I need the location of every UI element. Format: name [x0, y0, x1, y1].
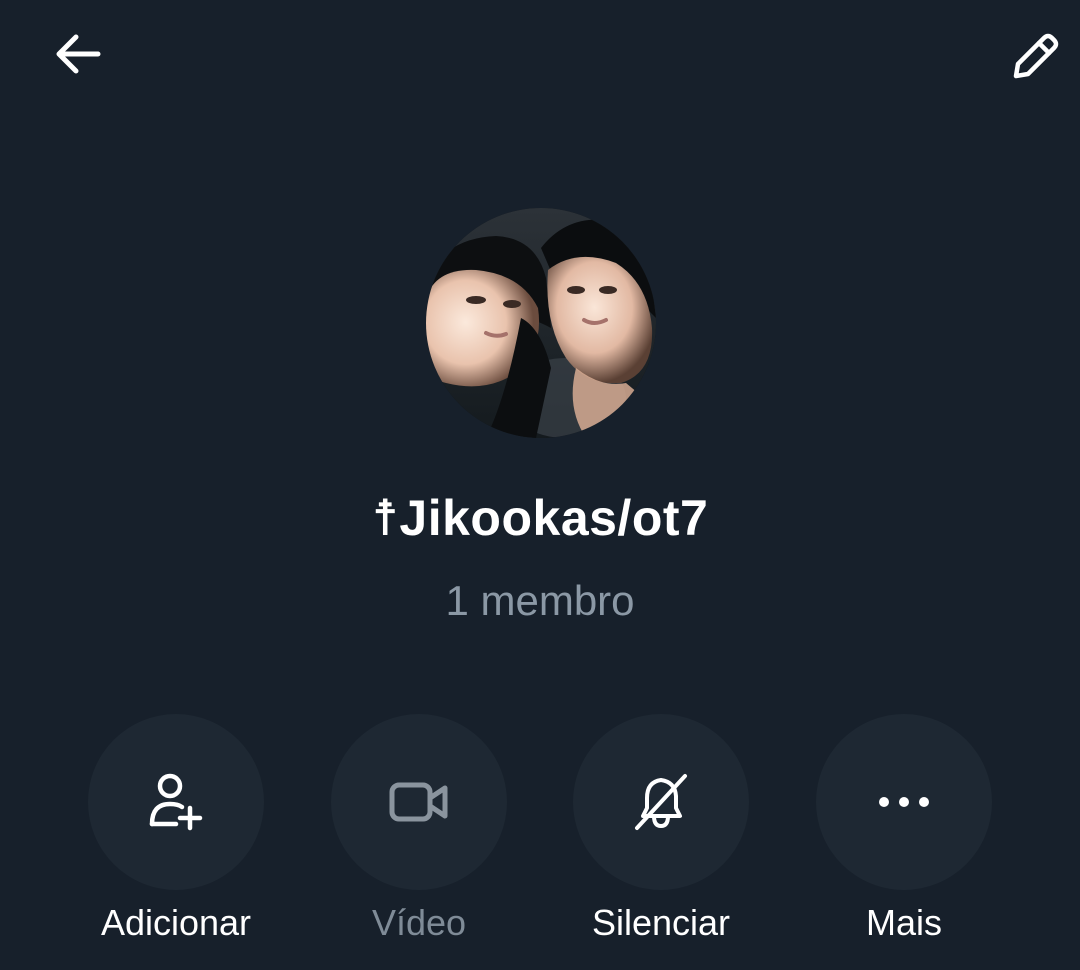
group-name: ☨Jikookas/ot7 [371, 490, 709, 546]
more-dots-icon [879, 797, 929, 807]
mute-action[interactable]: Silenciar [541, 714, 781, 964]
mute-label: Silenciar [591, 902, 731, 943]
mute-button[interactable] [573, 714, 749, 890]
more-button[interactable] [816, 714, 992, 890]
more-label: Mais [865, 902, 942, 943]
bell-off-icon [635, 774, 687, 830]
add-person-icon [149, 773, 203, 831]
group-avatar-image [426, 208, 656, 438]
member-count[interactable]: 1 membro [0, 574, 1080, 628]
arrow-left-icon [56, 34, 101, 74]
more-action[interactable]: Mais [784, 714, 1024, 964]
add-member-label: Adicionar [100, 902, 252, 943]
pencil-icon [1013, 33, 1059, 79]
add-member-button[interactable] [88, 714, 264, 890]
video-camera-icon [389, 782, 448, 822]
video-action: Vídeo [299, 714, 539, 964]
group-avatar[interactable] [426, 208, 656, 438]
video-button [331, 714, 507, 890]
video-label: Vídeo [371, 902, 467, 943]
add-member-action[interactable]: Adicionar [56, 714, 296, 964]
back-button[interactable] [38, 14, 118, 94]
edit-button[interactable] [996, 14, 1076, 94]
